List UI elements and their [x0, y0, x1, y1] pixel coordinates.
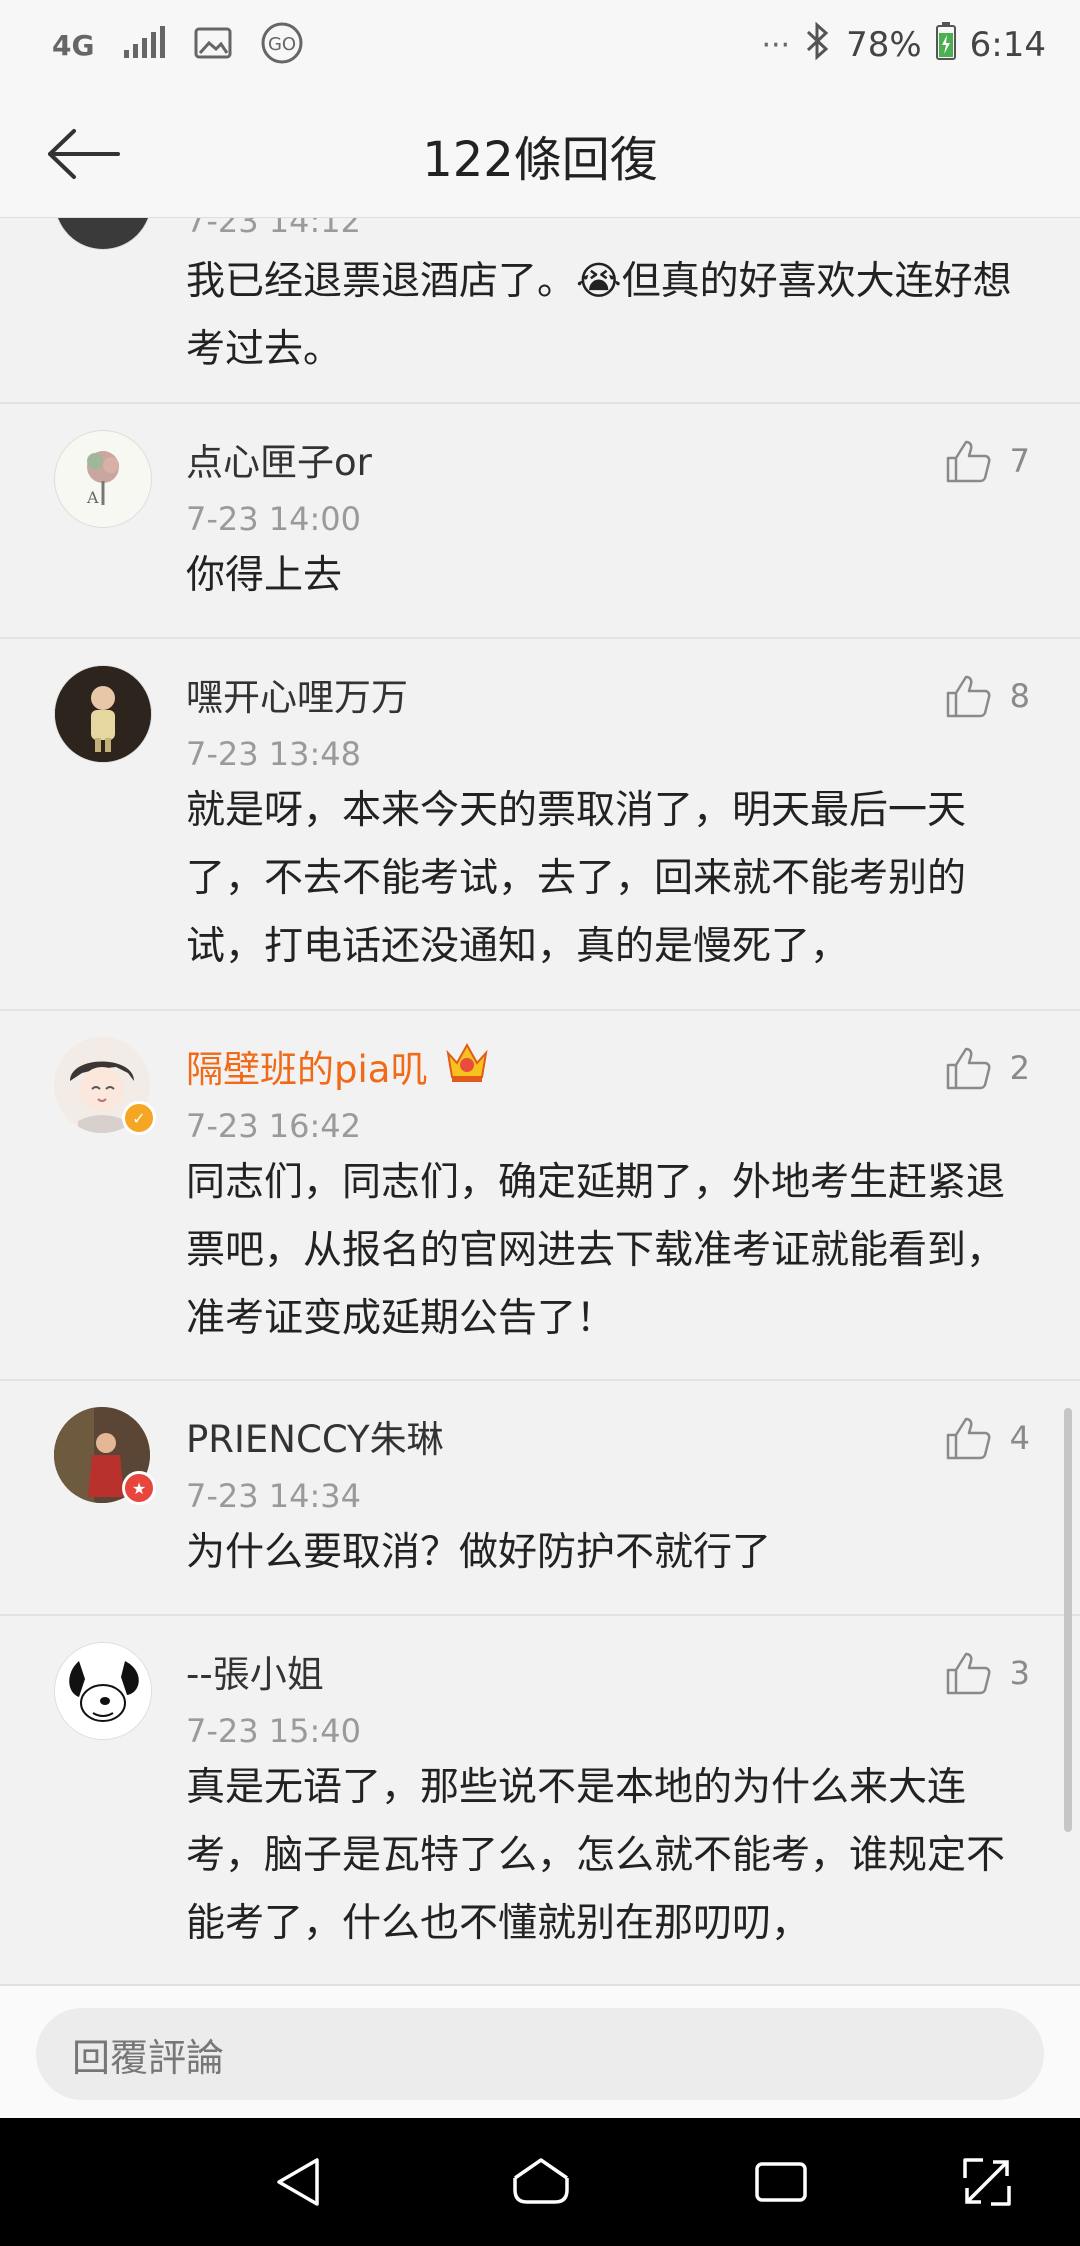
comment-list[interactable]: 7-23 14:12 我已经退票退酒店了。😭但真的好喜欢大连好想考过去。 A 点…: [0, 218, 1080, 1984]
recents-icon: [755, 2162, 807, 2202]
expand-icon: [963, 2158, 1011, 2206]
verified-badge: ✓: [122, 1101, 156, 1135]
triangle-back-icon: [277, 2158, 319, 2206]
like-button[interactable]: 7: [944, 438, 1030, 484]
snoopy-avatar-icon: [55, 1643, 151, 1739]
comment-time: 7-23 15:40: [186, 1712, 362, 1750]
avatar[interactable]: ★: [54, 1407, 156, 1505]
status-icons-left: 4G GO: [52, 18, 304, 72]
child-photo-avatar-icon: [55, 666, 151, 762]
image-icon: [194, 27, 232, 63]
comment-author[interactable]: 嘿开心哩万万: [186, 667, 408, 721]
tree-avatar-icon: A: [86, 451, 119, 507]
system-nav-bar: [0, 2118, 1080, 2246]
avatar[interactable]: [54, 1642, 152, 1740]
thumbs-up-icon: [946, 1652, 991, 1695]
go-icon: GO: [260, 21, 304, 69]
nav-recents-button[interactable]: [746, 2148, 816, 2216]
thumbs-up-icon: [946, 1417, 991, 1460]
nav-home-button[interactable]: [506, 2148, 576, 2216]
like-button[interactable]: 2: [944, 1045, 1030, 1091]
bluetooth-icon: [804, 21, 832, 70]
comment-author[interactable]: 隔壁班的pia叽: [186, 1039, 427, 1093]
comment-author[interactable]: --張小姐: [186, 1644, 324, 1698]
page-header: 122條回復: [0, 90, 1080, 219]
comment-time: 7-23 13:48: [186, 735, 362, 773]
scrollbar[interactable]: [1064, 1408, 1072, 1832]
thumbs-up-icon: [946, 675, 991, 718]
avatar[interactable]: A: [54, 430, 152, 528]
comment-time: 7-23 16:42: [186, 1107, 362, 1145]
comment-time: 7-23 14:00: [186, 500, 362, 538]
battery-icon: [935, 21, 956, 69]
comment-time: 7-23 14:34: [186, 1477, 362, 1515]
more-indicator: ···: [761, 27, 791, 63]
comment-item: 嘿开心哩万万 7-23 13:48 就是呀，本来今天的票取消了，明天最后一天了，…: [0, 639, 1080, 1011]
network-type: 4G: [52, 28, 95, 62]
comment-author[interactable]: PRIENCCY朱琳: [186, 1409, 444, 1463]
svg-text:A: A: [86, 488, 99, 507]
thumbs-up-icon: [946, 440, 991, 483]
nav-back-button[interactable]: [264, 2148, 334, 2216]
member-badge: ★: [122, 1471, 156, 1505]
like-count: 7: [1009, 442, 1030, 480]
like-count: 4: [1009, 1419, 1030, 1457]
clock: 6:14: [969, 25, 1046, 65]
comment-time: 7-23 14:12: [186, 218, 362, 240]
crown-badge-icon: [444, 1039, 490, 1087]
thumbs-up-icon: [946, 1047, 991, 1090]
comment-item: --張小姐 7-23 15:40 真是无语了，那些说不是本地的为什么来大连考，脑…: [0, 1616, 1080, 1984]
svg-text:GO: GO: [268, 34, 296, 55]
like-button[interactable]: 3: [944, 1650, 1030, 1696]
comment-text[interactable]: 你得上去: [186, 542, 1036, 610]
comment-text[interactable]: 同志们，同志们，确定延期了，外地考生赶紧退票吧，从报名的官网进去下载准考证就能看…: [186, 1149, 1036, 1353]
nav-expand-button[interactable]: [952, 2148, 1022, 2216]
status-bar: 4G GO ··· 78% 6:14: [0, 0, 1080, 90]
status-icons-right: ··· 78% 6:14: [761, 18, 1046, 72]
battery-percent: 78%: [846, 25, 922, 65]
reply-input[interactable]: 回覆評論: [36, 2008, 1044, 2100]
avatar[interactable]: [54, 218, 152, 250]
comment-item: ✓ 隔壁班的pia叽 7-23 16:42 同志们，同志们，确定延期了，外地考生…: [0, 1011, 1080, 1381]
comment-text[interactable]: 为什么要取消？做好防护不就行了: [186, 1519, 1036, 1587]
page-title: 122條回復: [422, 132, 658, 188]
comment-text[interactable]: 真是无语了，那些说不是本地的为什么来大连考，脑子是瓦特了么，怎么就不能考，谁规定…: [186, 1754, 1036, 1958]
comment-item: 7-23 14:12 我已经退票退酒店了。😭但真的好喜欢大连好想考过去。: [0, 218, 1080, 404]
reply-placeholder: 回覆評論: [72, 2035, 225, 2080]
like-button[interactable]: 4: [944, 1415, 1030, 1461]
like-count: 8: [1009, 677, 1030, 715]
comment-item: ★ PRIENCCY朱琳 7-23 14:34 为什么要取消？做好防护不就行了 …: [0, 1381, 1080, 1616]
reply-bar: 回覆評論: [0, 1984, 1080, 2120]
avatar[interactable]: ✓: [54, 1037, 156, 1135]
avatar[interactable]: [54, 665, 152, 763]
comment-item: A 点心匣子or 7-23 14:00 你得上去 7: [0, 404, 1080, 639]
signal-icon: [122, 26, 166, 64]
comment-text[interactable]: 我已经退票退酒店了。😭但真的好喜欢大连好想考过去。: [186, 248, 1036, 384]
home-icon: [513, 2158, 569, 2204]
like-count: 2: [1009, 1049, 1030, 1087]
like-button[interactable]: 8: [944, 673, 1030, 719]
like-count: 3: [1009, 1654, 1030, 1692]
comment-text[interactable]: 就是呀，本来今天的票取消了，明天最后一天了，不去不能考试，去了，回来就不能考别的…: [186, 777, 1036, 981]
comment-author[interactable]: 点心匣子or: [186, 432, 372, 486]
